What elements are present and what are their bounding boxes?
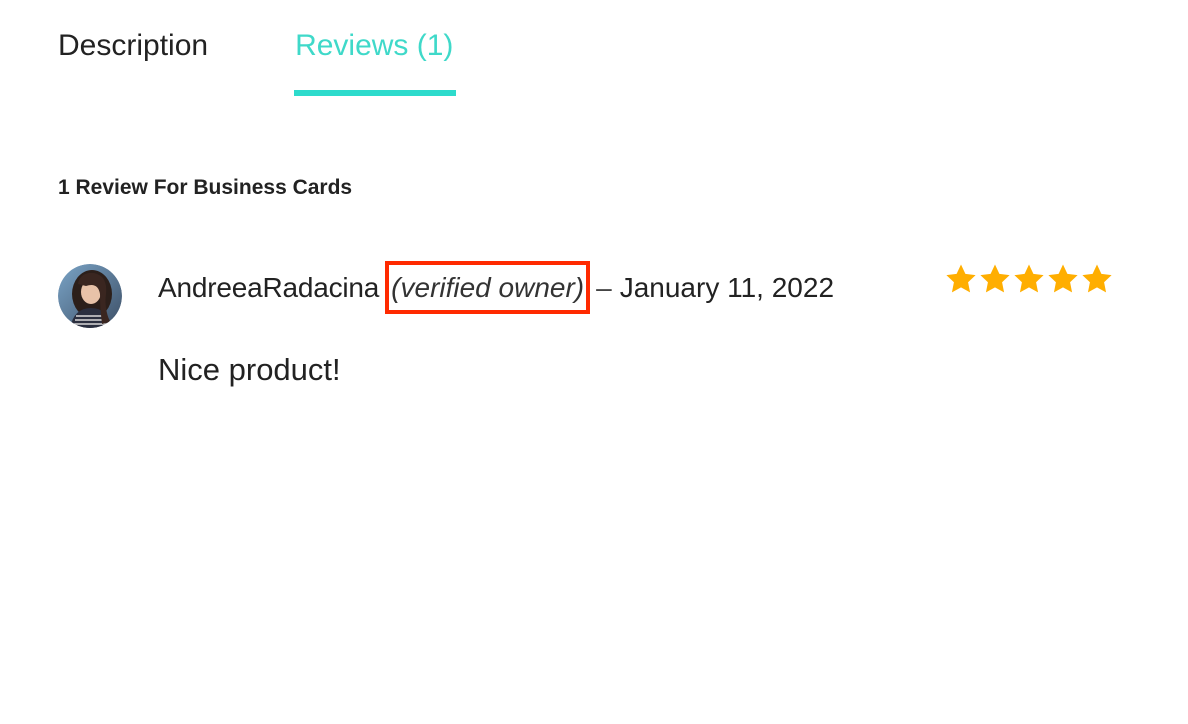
user-avatar-photo-icon <box>58 264 122 328</box>
review-date: January 11, 2022 <box>619 272 835 303</box>
review-meta: AndreeaRadacina (verified owner) – Janua… <box>158 261 835 314</box>
verified-owner-badge: (verified owner) <box>385 261 591 314</box>
rating-stars <box>944 262 1114 296</box>
star-icon <box>980 264 1010 293</box>
avatar <box>58 264 122 328</box>
meta-separator: – <box>596 272 612 303</box>
product-tabs: Description Reviews (1) <box>58 0 457 96</box>
star-icon <box>1082 264 1112 293</box>
review-author: AndreeaRadacina <box>158 272 380 303</box>
review-text: Nice product! <box>158 352 341 387</box>
reviews-heading: 1 Review For Business Cards <box>58 176 353 199</box>
star-icon <box>1048 264 1078 293</box>
tab-reviews[interactable]: Reviews (1) <box>294 0 457 96</box>
star-icon <box>946 264 976 293</box>
tab-description[interactable]: Description <box>58 0 208 96</box>
star-icon <box>1014 264 1044 293</box>
